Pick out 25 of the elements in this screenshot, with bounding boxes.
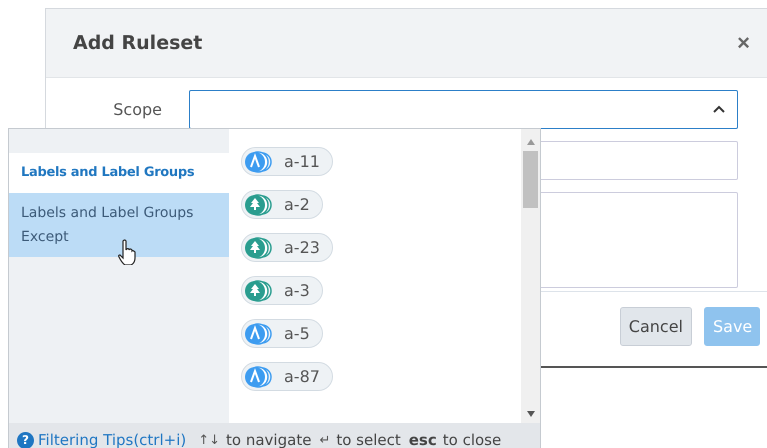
label-chip[interactable]: a-3 <box>241 276 323 305</box>
filtering-tips-link[interactable]: ? Filtering Tips(ctrl+i) <box>17 431 186 448</box>
dialog-title: Add Ruleset <box>73 32 204 54</box>
scrollbar[interactable] <box>521 129 540 423</box>
scrollbar-thumb[interactable] <box>523 151 538 208</box>
hint-text: to close <box>442 431 502 448</box>
label-chip[interactable]: a-11 <box>241 147 333 176</box>
scroll-up-icon[interactable] <box>526 139 534 145</box>
field-label: Scope <box>112 100 162 119</box>
close-button[interactable]: × <box>737 30 750 56</box>
hint-text: to select <box>336 431 401 448</box>
key-hint: esc <box>408 431 437 448</box>
category-item[interactable]: Labels and Label Groups <box>9 153 229 193</box>
scroll-down-icon[interactable] <box>526 411 534 417</box>
help-icon: ? <box>17 432 34 448</box>
label-chip[interactable]: a-87 <box>241 362 333 391</box>
dialog-button[interactable]: Cancel <box>620 307 692 346</box>
key-hint: ↑↓ <box>198 432 220 448</box>
key-hint: ↵ <box>319 432 330 448</box>
hand-cursor-icon <box>117 239 137 265</box>
hint-text: to navigate <box>226 431 312 448</box>
label-chip[interactable]: a-5 <box>241 319 323 348</box>
category-item[interactable]: Labels and Label Groups Except <box>9 193 229 257</box>
label-chip[interactable]: a-2 <box>241 190 323 219</box>
label-chip[interactable]: a-23 <box>241 233 333 262</box>
